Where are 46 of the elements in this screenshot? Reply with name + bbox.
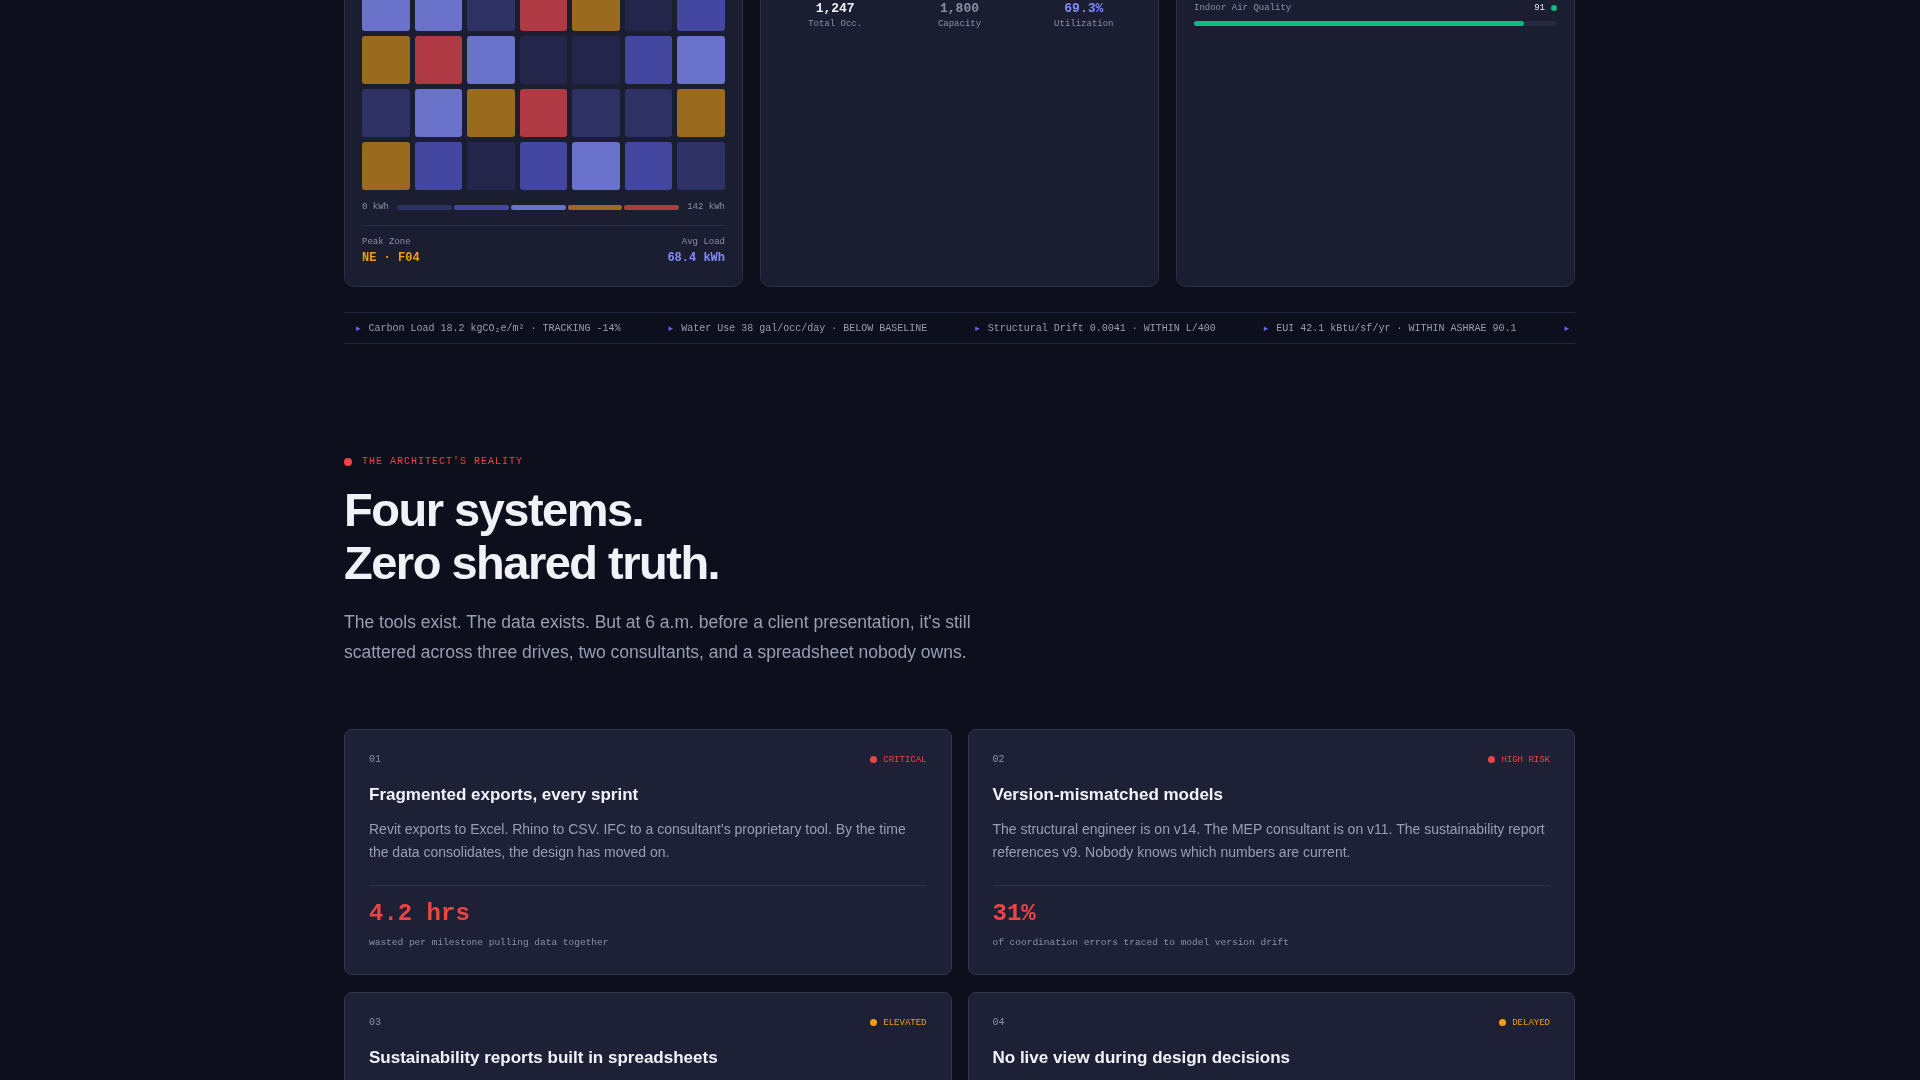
card-number: 01 [369,754,381,765]
status-label: DELAYED [1512,1017,1550,1028]
section-heading: Four systems. [344,483,645,536]
ticker-text: Water Use 38 gal/occ/day · BELOW BASELINE [681,322,928,334]
card-stat: 31% [992,900,1037,927]
ticker-marker: ▸ [668,323,674,333]
stat-label: Capacity [937,19,982,29]
eyebrow-label: THE ARCHITECT'S REALITY [362,456,524,467]
ticker-marker: ▸ [1263,323,1269,333]
ticker-marker: ▸ [975,323,980,333]
card-number: 02 [992,754,1005,765]
metric-label: Indoor Air Quality [1194,3,1292,13]
legend-max: 142 kWh [687,202,725,212]
footer-value: 68.4 kWh [667,251,725,265]
footer-value: NE · F04 [362,251,420,265]
eyebrow-dot [344,457,352,466]
card-title: Fragmented exports, every sprint [369,785,640,805]
card-title: Version-mismatched models [992,785,1225,805]
legend-min: 0 kWh [362,202,389,212]
ticker-text: Carbon Load 18.2 kgCO₂e/m² · TRACKING -14% [368,322,621,334]
card-title: No live view during design decisions [992,1048,1292,1068]
section-heading: Zero shared truth. [344,536,721,589]
footer-label: Avg Load [681,237,725,247]
footer-label: Peak Zone [362,237,411,247]
card-number: 04 [992,1017,1005,1028]
metric-reading: 91 [1534,3,1545,13]
card-caption: of coordination errors traced to model version drift [992,937,1290,948]
card-caption: wasted per milestone pulling data together [369,937,610,948]
intro-paragraph: The tools exist. The data exists. But at 6 a.m. before a client presentation, it's still scattered across three drives, two consultants, and a spreadsheet nobody owns. [344,611,972,664]
card-title: Sustainability reports built in spreadsheets [369,1048,719,1068]
stat-value: 1,247 [815,2,855,16]
card-description: Revit exports to Excel. Rhino to CSV. IFC to a consultant's proprietary tool. By the time the data consolidates, the design has moved on. [369,820,907,862]
status-label: CRITICAL [883,754,927,765]
card-stat: 4.2 hrs [369,900,471,927]
ticker-marker: ▸ [1564,323,1569,333]
status-label: ELEVATED [883,1017,927,1028]
stat-value: 1,800 [940,2,979,16]
stat-value: 69.3% [1064,2,1104,16]
ticker-text: EUI 42.1 kBtu/sf/yr · WITHIN ASHRAE 90.1 [1276,322,1517,334]
stat-label: Total Occ. [808,19,863,29]
card-number: 03 [369,1017,381,1028]
stat-label: Utilization [1054,19,1114,29]
ticker-marker: ▸ [356,323,361,333]
status-label: HIGH RISK [1501,754,1550,765]
ticker-text: Structural Drift 0.0041 · WITHIN L/400 [987,322,1216,334]
card-description: The structural engineer is on v14. The MEP consultant is on v11. The sustainability report references v9. Nobody knows which numbers are current. [992,820,1546,862]
